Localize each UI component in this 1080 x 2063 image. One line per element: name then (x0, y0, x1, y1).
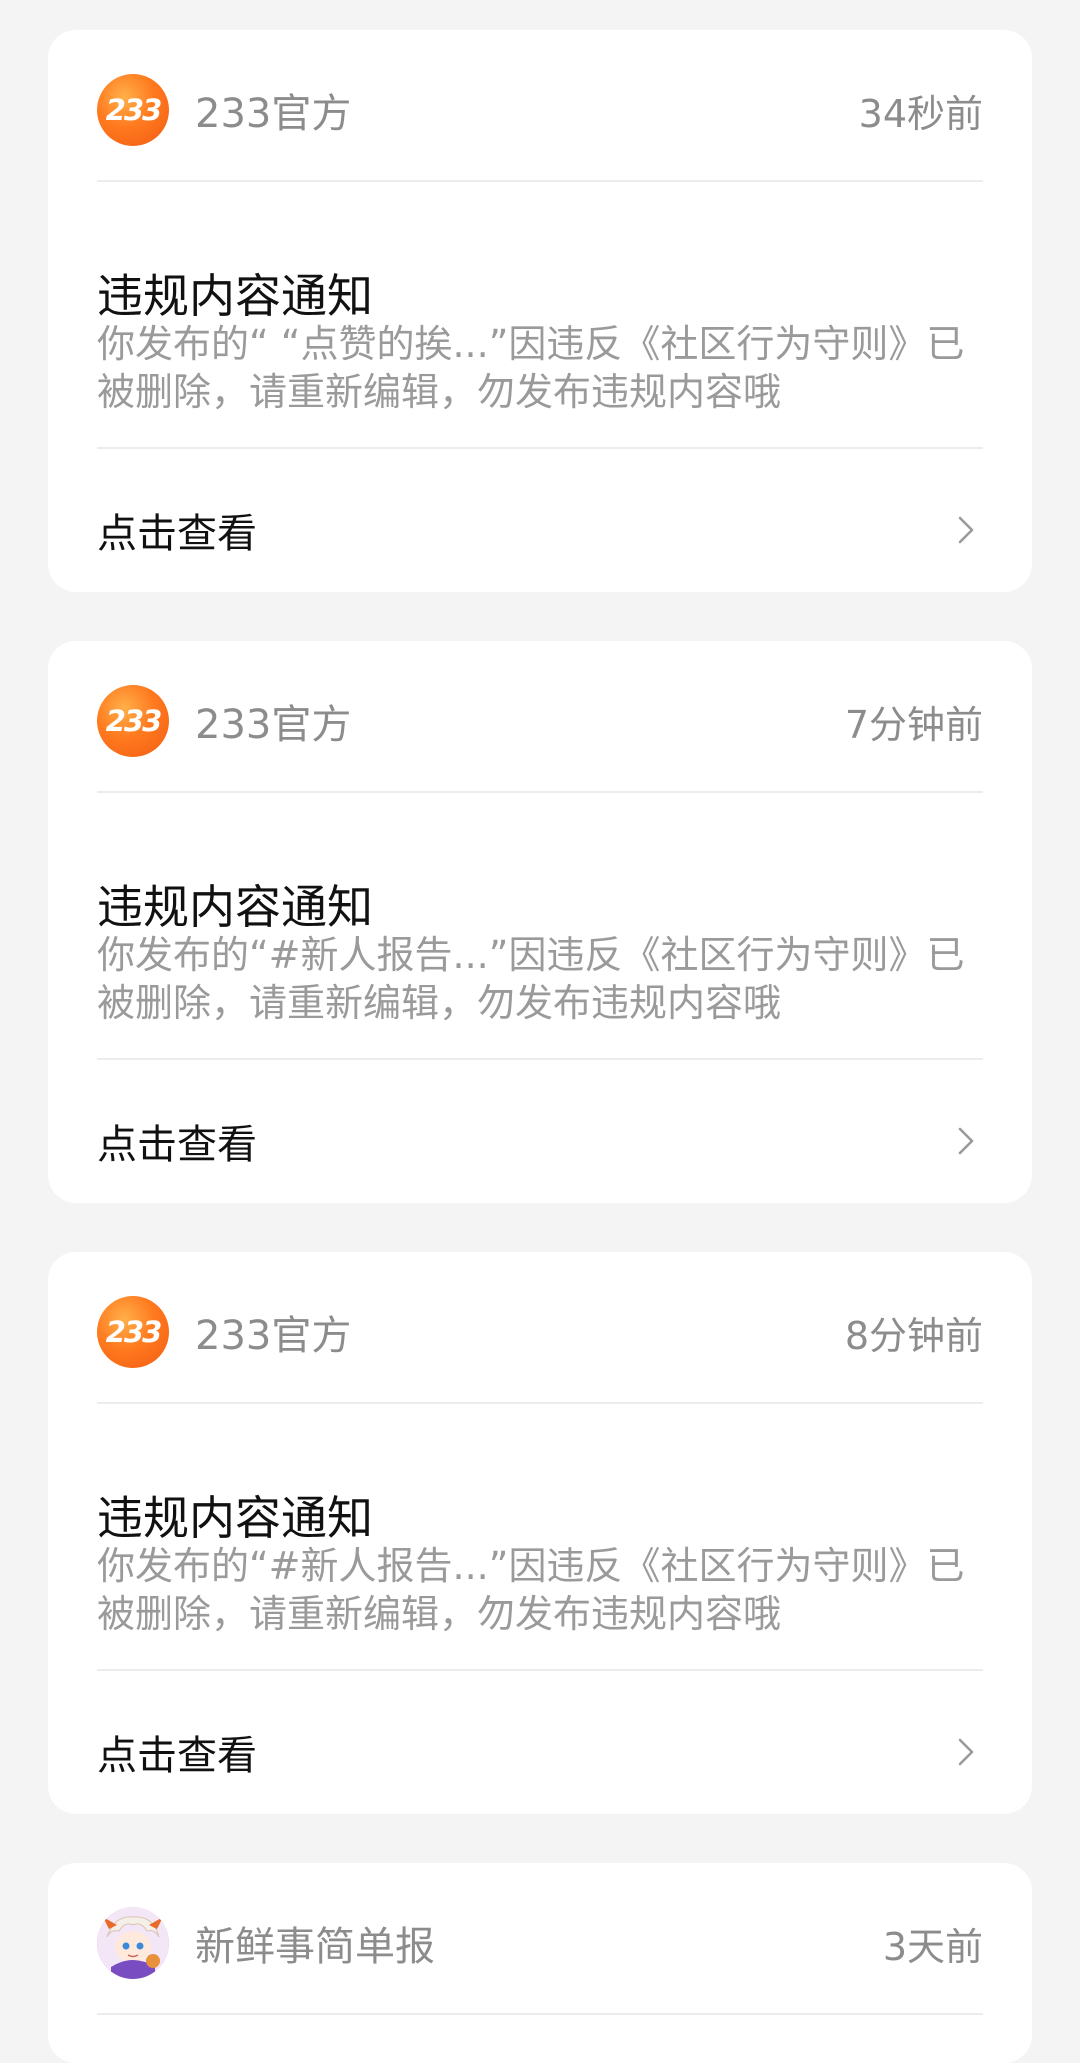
source-name[interactable]: 新鲜事简单报 (195, 1914, 435, 1972)
divider (97, 2013, 983, 2015)
brand-233-avatar[interactable]: 233 (97, 685, 169, 757)
character-avatar[interactable] (97, 1907, 169, 1979)
card-header: 233 233官方 8分钟前 (97, 1296, 983, 1368)
notification-body: 你发布的“ “点赞的挨...”因违反《社区行为守则》已被删除，请重新编辑，勿发布… (97, 322, 965, 414)
source-name[interactable]: 233官方 (195, 692, 351, 750)
brand-233-logo: 233 (105, 704, 163, 738)
source-name[interactable]: 233官方 (195, 81, 351, 139)
card-header: 233 233官方 7分钟前 (97, 685, 983, 757)
card-header: 新鲜事简单报 3天前 (97, 1907, 983, 1979)
notification-title: 违规内容通知 (97, 880, 373, 934)
brand-233-logo: 233 (105, 93, 163, 127)
timestamp: 8分钟前 (844, 1313, 983, 1358)
notification-card: 233 233官方 34秒前 违规内容通知 你发布的“ “点赞的挨...”因违反… (48, 30, 1032, 592)
notification-title: 违规内容通知 (97, 1491, 373, 1545)
divider (97, 1058, 983, 1060)
divider (97, 1402, 983, 1404)
notification-card: 233 233官方 7分钟前 违规内容通知 你发布的“#新人报告...”因违反《… (48, 641, 1032, 1203)
notification-body: 你发布的“#新人报告...”因违反《社区行为守则》已被删除，请重新编辑，勿发布违… (97, 933, 965, 1025)
view-details-button[interactable]: 点击查看 (97, 1712, 983, 1792)
character-avatar-icon (97, 1907, 169, 1979)
view-details-button[interactable]: 点击查看 (97, 490, 983, 570)
chevron-right-icon (949, 1124, 983, 1158)
card-header: 233 233官方 34秒前 (97, 74, 983, 146)
divider (97, 447, 983, 449)
chevron-right-icon (949, 1735, 983, 1769)
source-name[interactable]: 233官方 (195, 1303, 351, 1361)
view-details-button[interactable]: 点击查看 (97, 1101, 983, 1181)
notification-title: 违规内容通知 (97, 269, 373, 323)
chevron-right-icon (949, 513, 983, 547)
notification-card: 233 233官方 8分钟前 违规内容通知 你发布的“#新人报告...”因违反《… (48, 1252, 1032, 1814)
timestamp: 34秒前 (858, 91, 983, 136)
notification-body: 你发布的“#新人报告...”因违反《社区行为守则》已被删除，请重新编辑，勿发布违… (97, 1544, 965, 1636)
brand-233-avatar[interactable]: 233 (97, 1296, 169, 1368)
divider (97, 180, 983, 182)
brand-233-avatar[interactable]: 233 (97, 74, 169, 146)
view-details-label: 点击查看 (97, 1122, 257, 1168)
view-details-label: 点击查看 (97, 1733, 257, 1779)
notification-card: 新鲜事简单报 3天前 (48, 1863, 1032, 2063)
divider (97, 791, 983, 793)
brand-233-logo: 233 (105, 1315, 163, 1349)
timestamp: 3天前 (882, 1924, 983, 1969)
view-details-label: 点击查看 (97, 511, 257, 557)
timestamp: 7分钟前 (844, 702, 983, 747)
divider (97, 1669, 983, 1671)
